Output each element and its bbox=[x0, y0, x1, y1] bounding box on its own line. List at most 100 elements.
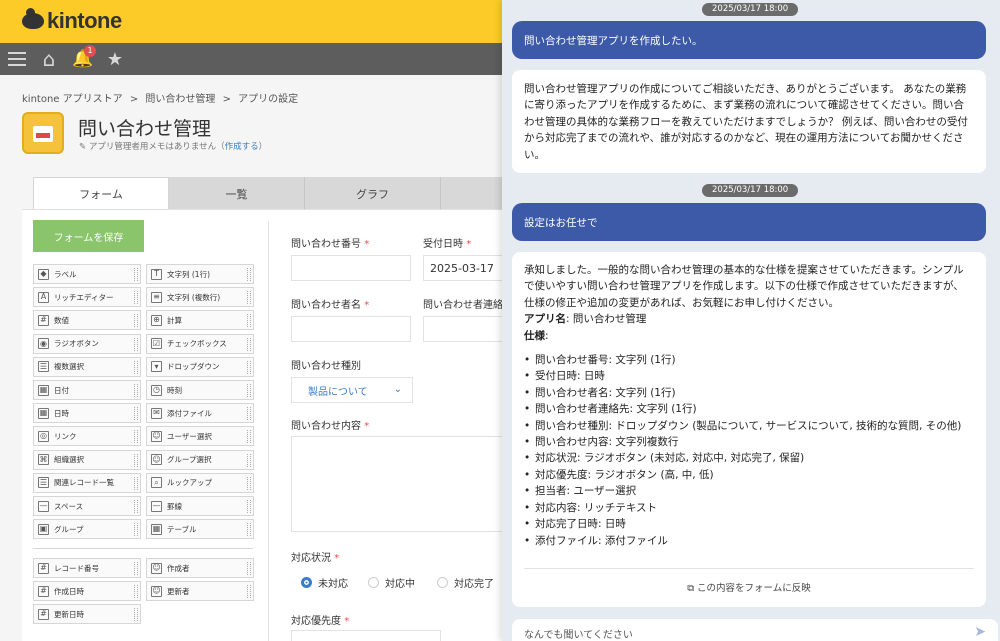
drag-handle-icon[interactable] bbox=[134, 430, 138, 444]
drag-handle-icon[interactable] bbox=[134, 314, 138, 328]
drag-handle-icon[interactable] bbox=[247, 291, 251, 305]
save-form-button[interactable]: フォームを保存 bbox=[33, 220, 144, 252]
drag-handle-icon[interactable] bbox=[247, 476, 251, 490]
inquiry-content-textarea[interactable] bbox=[291, 436, 502, 532]
drag-handle-icon[interactable] bbox=[134, 337, 138, 351]
drag-handle-icon[interactable] bbox=[134, 523, 138, 537]
field-type-icon: ☺ bbox=[151, 454, 162, 466]
breadcrumb-appstore[interactable]: kintone アプリストア bbox=[22, 94, 123, 105]
palette-item[interactable]: ☺ グループ選択 bbox=[146, 449, 254, 470]
received-at-input[interactable]: 2025-03-17 bbox=[423, 255, 502, 281]
drag-handle-icon[interactable] bbox=[134, 562, 138, 575]
palette-item[interactable]: ▾ ドロップダウン bbox=[146, 356, 254, 377]
palette-item[interactable]: ☺ ユーザー選択 bbox=[146, 426, 254, 447]
field-type-icon: ☺ bbox=[151, 585, 162, 597]
palette-item-label: グループ選択 bbox=[167, 455, 212, 465]
palette-item[interactable]: ☰ 複数選択 bbox=[33, 356, 141, 377]
palette-item[interactable]: — 罫線 bbox=[146, 496, 254, 516]
drag-handle-icon[interactable] bbox=[134, 500, 138, 513]
drag-handle-icon[interactable] bbox=[247, 523, 251, 537]
tab-more[interactable] bbox=[441, 177, 502, 210]
drag-handle-icon[interactable] bbox=[247, 337, 251, 351]
palette-item[interactable]: ◉ ラジオボタン bbox=[33, 333, 141, 354]
palette-item[interactable]: ◎ リンク bbox=[33, 426, 141, 447]
drag-handle-icon[interactable] bbox=[247, 430, 251, 444]
send-icon[interactable]: ➤ bbox=[974, 624, 986, 640]
memo-text: アプリ管理者用メモはありません（ bbox=[88, 142, 225, 152]
palette-item[interactable]: ◷ 時刻 bbox=[146, 380, 254, 400]
inquiry-number-input[interactable] bbox=[291, 255, 411, 281]
status-radio-in-progress[interactable]: 対応中 bbox=[368, 575, 415, 590]
reflect-to-form-button[interactable]: ⧉ この内容をフォームに反映 bbox=[512, 581, 986, 597]
tab-graph[interactable]: グラフ bbox=[305, 177, 441, 210]
field-type-icon: ▦ bbox=[38, 407, 49, 419]
inquirer-name-input[interactable] bbox=[291, 316, 411, 342]
kintone-logo[interactable]: kintone bbox=[22, 8, 122, 34]
drag-handle-icon[interactable] bbox=[134, 453, 138, 467]
drag-handle-icon[interactable] bbox=[247, 314, 251, 328]
field-type-icon: ▦ bbox=[38, 384, 49, 396]
field-type-icon: ☰ bbox=[38, 361, 49, 373]
palette-item-label: 日付 bbox=[54, 385, 69, 395]
tab-list[interactable]: 一覧 bbox=[169, 177, 305, 210]
inquiry-type-dropdown[interactable]: 製品について ⌄ bbox=[291, 377, 413, 403]
palette-item[interactable]: ☺ 作成者 bbox=[146, 558, 254, 578]
palette-item[interactable]: # 作成日時 bbox=[33, 581, 141, 601]
palette-item[interactable]: ▦ テーブル bbox=[146, 519, 254, 540]
assistant-intro: 承知しました。一般的な問い合わせ管理の基本的な仕様を提案させていただきます。シン… bbox=[524, 264, 964, 309]
palette-item[interactable]: ☺ 更新者 bbox=[146, 581, 254, 601]
drag-handle-icon[interactable] bbox=[247, 585, 251, 598]
palette-item[interactable]: # 数値 bbox=[33, 310, 141, 331]
palette-item-label: 数値 bbox=[54, 315, 69, 325]
palette-item[interactable]: ≡ 文字列 (複数行) bbox=[146, 287, 254, 308]
palette-item[interactable]: ▣ グループ bbox=[33, 519, 141, 540]
palette-item[interactable]: # 更新日時 bbox=[33, 604, 141, 624]
spec-item: 対応完了日時: 日時 bbox=[524, 516, 974, 533]
status-radio-done[interactable]: 対応完了 bbox=[437, 575, 494, 590]
palette-item[interactable]: ☰ 関連レコード一覧 bbox=[33, 472, 141, 493]
drag-handle-icon[interactable] bbox=[247, 407, 251, 421]
palette-item[interactable]: # レコード番号 bbox=[33, 558, 141, 578]
drag-handle-icon[interactable] bbox=[134, 360, 138, 374]
favorites-star-icon[interactable]: ★ bbox=[104, 43, 126, 75]
chat-input[interactable]: なんでも聞いてください ➤ bbox=[512, 619, 998, 641]
drag-handle-icon[interactable] bbox=[247, 360, 251, 374]
drag-handle-icon[interactable] bbox=[247, 562, 251, 575]
drag-handle-icon[interactable] bbox=[134, 268, 138, 281]
palette-item[interactable]: ✉ 添付ファイル bbox=[146, 403, 254, 424]
drag-handle-icon[interactable] bbox=[134, 608, 138, 621]
home-icon[interactable]: ⌂ bbox=[38, 43, 60, 75]
drag-handle-icon[interactable] bbox=[134, 407, 138, 421]
palette-item[interactable]: T 文字列 (1行) bbox=[146, 264, 254, 284]
spec-item: 問い合わせ者連絡先: 文字列 (1行) bbox=[524, 401, 974, 418]
field-label-received-at: 受付日時 * bbox=[423, 239, 472, 250]
inquirer-contact-input[interactable] bbox=[423, 316, 502, 342]
drag-handle-icon[interactable] bbox=[134, 476, 138, 490]
drag-handle-icon[interactable] bbox=[134, 384, 138, 397]
palette-item[interactable]: ▦ 日付 bbox=[33, 380, 141, 400]
radio-icon bbox=[368, 577, 379, 588]
palette-item[interactable]: A リッチエディター bbox=[33, 287, 141, 308]
logo-text: kintone bbox=[47, 8, 122, 33]
drag-handle-icon[interactable] bbox=[134, 291, 138, 305]
menu-icon[interactable] bbox=[6, 43, 28, 75]
priority-field[interactable] bbox=[291, 630, 441, 641]
palette-item[interactable]: — スペース bbox=[33, 496, 141, 516]
palette-item[interactable]: ▦ 日時 bbox=[33, 403, 141, 424]
palette-item[interactable]: ⌘ 組織選択 bbox=[33, 449, 141, 470]
tab-form[interactable]: フォーム bbox=[33, 177, 169, 210]
memo-create-link[interactable]: 作成する bbox=[225, 142, 259, 152]
drag-handle-icon[interactable] bbox=[134, 585, 138, 598]
drag-handle-icon[interactable] bbox=[247, 500, 251, 513]
app-icon bbox=[22, 112, 64, 154]
status-radio-unhandled[interactable]: 未対応 bbox=[301, 575, 348, 590]
breadcrumb-sep: > bbox=[222, 94, 231, 105]
palette-item[interactable]: ⊕ 計算 bbox=[146, 310, 254, 331]
drag-handle-icon[interactable] bbox=[247, 384, 251, 397]
palette-item[interactable]: ☑ チェックボックス bbox=[146, 333, 254, 354]
drag-handle-icon[interactable] bbox=[247, 453, 251, 467]
palette-item[interactable]: ⌕ ルックアップ bbox=[146, 472, 254, 493]
breadcrumb-app[interactable]: 問い合わせ管理 bbox=[145, 94, 215, 105]
palette-item[interactable]: ◆ ラベル bbox=[33, 264, 141, 284]
drag-handle-icon[interactable] bbox=[247, 268, 251, 281]
